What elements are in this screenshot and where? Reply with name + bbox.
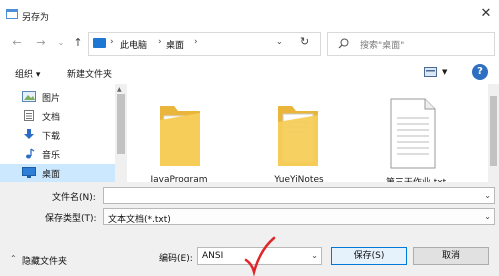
close-icon[interactable]: ✕: [478, 6, 494, 22]
address-dropdown-icon[interactable]: ⌄: [276, 37, 283, 46]
sidebar-item-desktop[interactable]: 桌面: [0, 164, 115, 182]
search-placeholder: 搜索"桌面": [360, 41, 405, 51]
filename-label: 文件名(N):: [52, 193, 96, 203]
title-bar: [0, 0, 499, 30]
documents-icon: [24, 110, 34, 121]
chevron-down-icon[interactable]: ⌄: [54, 35, 68, 51]
file-item-homework-txt[interactable]: [385, 94, 447, 174]
search-input[interactable]: [327, 32, 495, 56]
desktop-icon: [22, 167, 36, 178]
file-item-yueyinotes[interactable]: [268, 94, 330, 174]
chevron-down-icon[interactable]: ⌄: [311, 251, 318, 260]
chevron-up-icon[interactable]: ⌃: [10, 254, 17, 263]
chevron-down-icon[interactable]: ⌄: [484, 191, 491, 200]
encoding-label: 编码(E):: [159, 254, 193, 264]
new-folder-button[interactable]: 新建文件夹: [67, 67, 112, 80]
file-list-scrollbar-thumb[interactable]: [490, 96, 497, 166]
folder-icon: [160, 106, 200, 166]
scroll-up-icon[interactable]: ▲: [117, 86, 122, 93]
help-icon[interactable]: ?: [472, 64, 488, 80]
sidebar-item-label: 图片: [42, 94, 61, 104]
sidebar-item-label: 桌面: [42, 170, 61, 180]
hide-folders-toggle[interactable]: 隐藏文件夹: [22, 254, 67, 267]
window-title: 另存为: [22, 13, 50, 23]
view-dropdown-icon[interactable]: ▼: [442, 68, 447, 76]
music-icon: [26, 148, 35, 159]
sidebar-item-downloads[interactable]: 下载: [22, 126, 122, 143]
sidebar-item-label: 下载: [42, 132, 61, 142]
notepad-icon: [6, 9, 18, 19]
checkmark-annotation-icon: [244, 236, 276, 276]
arrow-up-icon[interactable]: ↑: [71, 35, 85, 51]
breadcrumb-separator-icon: ›: [158, 37, 162, 47]
breadcrumb-separator-icon: ›: [110, 37, 114, 47]
pictures-icon: [22, 91, 36, 102]
downloads-icon: [24, 129, 34, 139]
text-file-icon: [390, 98, 436, 169]
filetype-select[interactable]: 文本文档(*.txt) ⌄: [103, 208, 495, 225]
filename-field[interactable]: ⌄: [103, 187, 495, 204]
folder-icon: [278, 106, 318, 166]
organize-menu[interactable]: 组织 ▾: [15, 67, 40, 80]
breadcrumb-separator-icon: ›: [194, 37, 198, 47]
search-icon: [338, 38, 349, 49]
sidebar-item-label: 文档: [42, 113, 61, 123]
cancel-button[interactable]: 取消: [413, 247, 489, 265]
view-options-icon[interactable]: [424, 67, 437, 77]
filetype-label: 保存类型(T):: [45, 214, 97, 224]
file-item-javaprogram[interactable]: [148, 94, 210, 174]
breadcrumb-desktop[interactable]: 桌面: [166, 38, 184, 51]
save-button[interactable]: 保存(S): [331, 247, 407, 265]
arrow-left-icon[interactable]: ←: [10, 35, 24, 51]
arrow-right-icon[interactable]: →: [34, 35, 48, 51]
breadcrumb-this-pc[interactable]: 此电脑: [120, 38, 147, 51]
sidebar-item-label: 音乐: [42, 151, 61, 161]
sidebar-item-music[interactable]: 音乐: [22, 145, 122, 162]
sidebar-item-documents[interactable]: 文档: [22, 107, 122, 124]
sidebar-item-pictures[interactable]: 图片: [22, 88, 122, 105]
chevron-down-icon[interactable]: ⌄: [484, 212, 491, 221]
refresh-icon[interactable]: ↻: [300, 35, 309, 48]
this-pc-icon: [93, 38, 106, 48]
sidebar-scrollbar-thumb[interactable]: [117, 94, 125, 154]
